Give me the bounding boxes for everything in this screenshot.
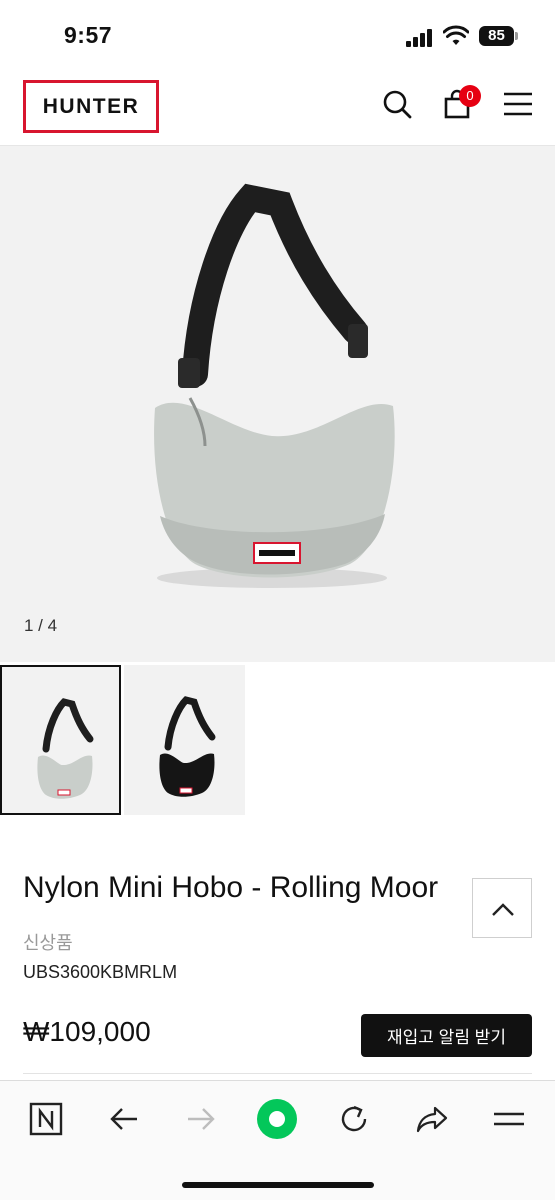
cellular-signal-icon	[406, 29, 434, 47]
product-sku: UBS3600KBMRLM	[23, 962, 178, 982]
naver-icon[interactable]	[25, 1098, 67, 1140]
status-time: 9:57	[64, 22, 113, 48]
product-title: Nylon Mini Hobo - Rolling Moor	[23, 871, 439, 904]
refresh-icon[interactable]	[333, 1098, 375, 1140]
search-icon[interactable]	[381, 88, 413, 120]
site-header: HUNTER 0	[0, 70, 555, 146]
browser-toolbar	[0, 1080, 555, 1200]
product-main-image[interactable]: 1 / 4	[0, 146, 555, 662]
cart-count-badge: 0	[459, 85, 481, 107]
green-dot-icon[interactable]	[256, 1098, 298, 1140]
forward-icon[interactable]	[180, 1098, 222, 1140]
restock-alert-button[interactable]: 재입고 알림 받기	[361, 1014, 532, 1057]
hobo-bag-grey-image	[154, 183, 395, 588]
product-price: ₩109,000	[23, 1016, 151, 1047]
battery-indicator: 85	[479, 26, 514, 46]
hunter-logo[interactable]: HUNTER	[23, 80, 159, 133]
image-counter: 1 / 4	[24, 616, 58, 635]
menu-icon[interactable]	[488, 1098, 530, 1140]
wifi-icon	[443, 25, 469, 45]
chevron-up-icon	[492, 903, 514, 916]
share-icon[interactable]	[411, 1098, 453, 1140]
thumbnail-1[interactable]	[0, 665, 121, 815]
section-divider	[23, 1073, 532, 1074]
back-icon[interactable]	[103, 1098, 145, 1140]
thumbnail-black-bag	[159, 696, 216, 797]
thumbnail-2[interactable]	[124, 665, 245, 815]
scroll-to-top-button[interactable]	[472, 878, 532, 938]
hamburger-menu-icon[interactable]	[502, 88, 534, 120]
thumbnail-grey-bag	[37, 698, 94, 799]
home-indicator	[182, 1182, 374, 1188]
battery-cap	[515, 32, 518, 40]
status-bar: 9:57 85	[0, 0, 555, 70]
new-product-badge: 신상품	[23, 933, 73, 953]
